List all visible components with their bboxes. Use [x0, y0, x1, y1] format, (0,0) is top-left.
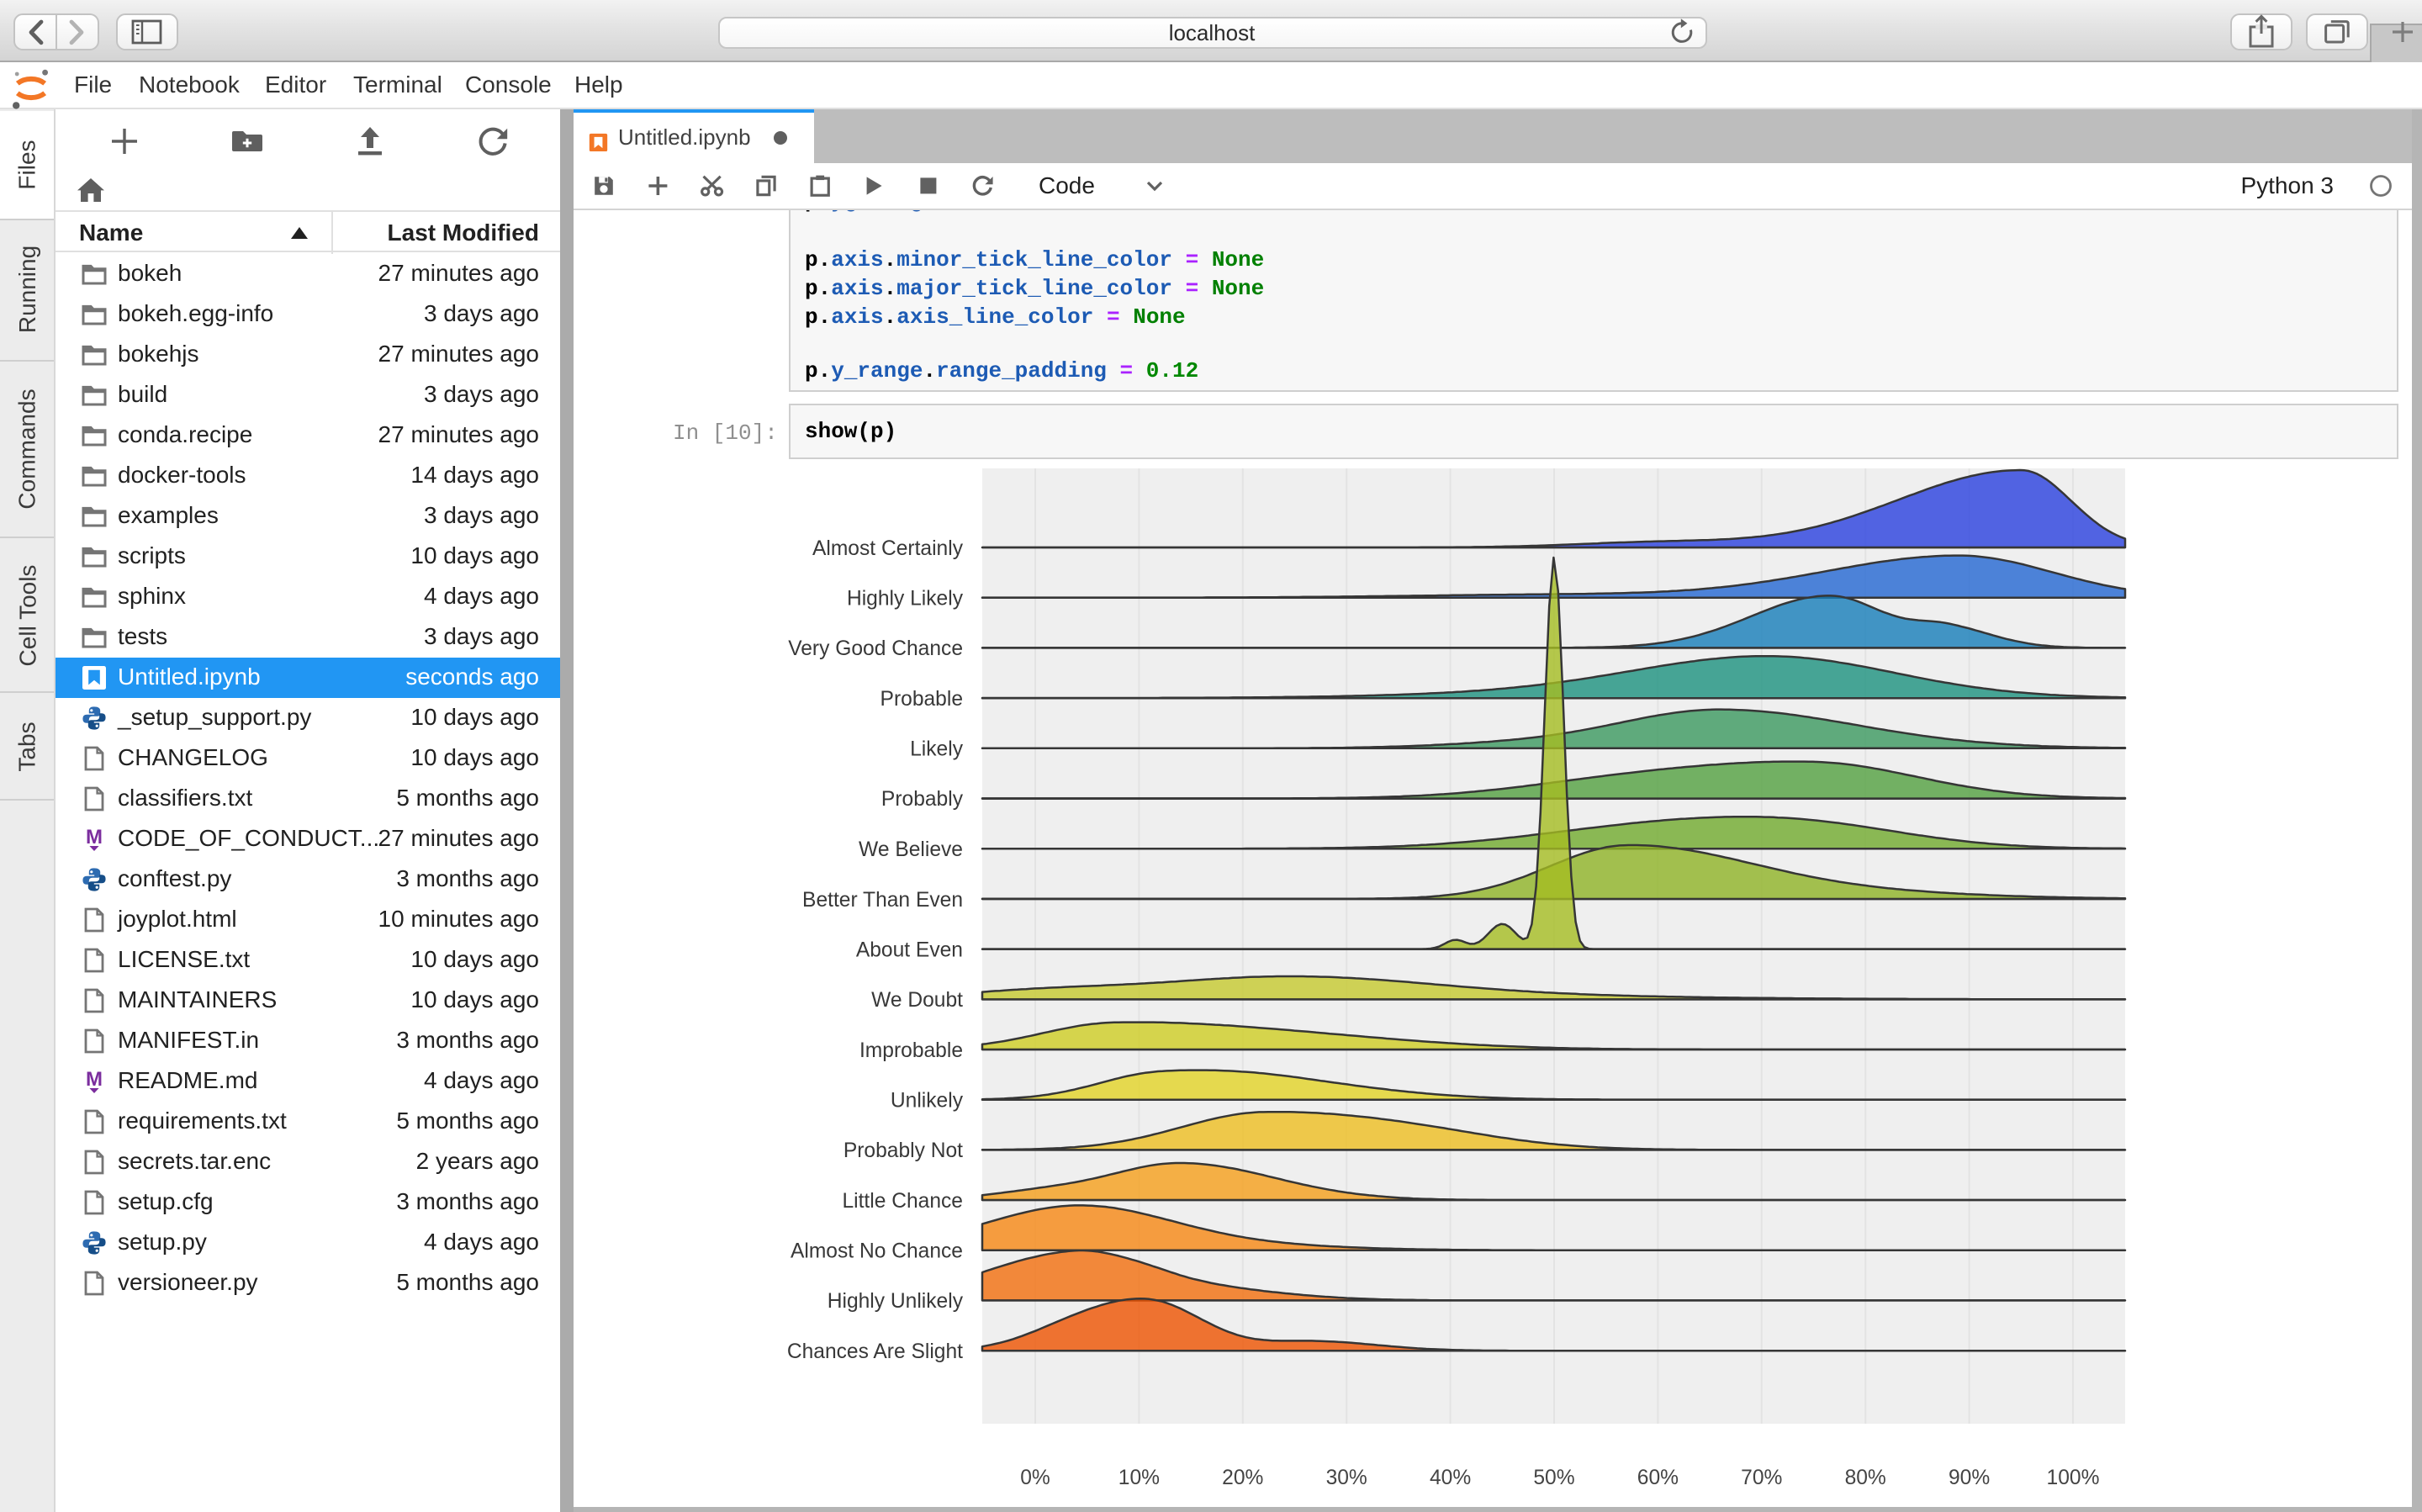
svg-text:About Even: About Even — [855, 938, 962, 961]
svg-text:Improbable: Improbable — [859, 1039, 962, 1062]
svg-text:10%: 10% — [1118, 1467, 1159, 1489]
svg-text:Probable: Probable — [880, 688, 962, 711]
svg-text:Chances Are Slight: Chances Are Slight — [786, 1340, 962, 1363]
svg-text:Better Than Even: Better Than Even — [801, 889, 962, 912]
svg-text:Probably: Probably — [880, 788, 963, 811]
svg-text:Highly Likely: Highly Likely — [846, 588, 963, 611]
svg-text:20%: 20% — [1221, 1467, 1262, 1489]
svg-text:80%: 80% — [1844, 1467, 1885, 1489]
svg-text:30%: 30% — [1325, 1467, 1367, 1489]
svg-text:Almost Certainly: Almost Certainly — [812, 537, 963, 560]
svg-text:Probably Not: Probably Not — [843, 1139, 962, 1162]
svg-text:70%: 70% — [1740, 1467, 1781, 1489]
svg-text:40%: 40% — [1429, 1467, 1470, 1489]
svg-text:Likely: Likely — [909, 738, 963, 761]
svg-text:100%: 100% — [2046, 1467, 2099, 1489]
svg-text:90%: 90% — [1948, 1467, 1989, 1489]
svg-text:Highly Unlikely: Highly Unlikely — [827, 1290, 963, 1313]
svg-text:50%: 50% — [1532, 1467, 1573, 1489]
svg-text:M: M — [86, 1067, 103, 1090]
svg-text:Unlikely: Unlikely — [890, 1089, 963, 1112]
svg-text:We Doubt: We Doubt — [870, 989, 962, 1012]
svg-text:Very Good Chance: Very Good Chance — [787, 637, 962, 660]
svg-text:60%: 60% — [1637, 1467, 1678, 1489]
svg-text:Almost No Chance: Almost No Chance — [790, 1240, 962, 1263]
svg-text:0%: 0% — [1019, 1467, 1050, 1489]
svg-text:We Believe: We Believe — [858, 838, 962, 861]
svg-text:M: M — [86, 825, 103, 848]
svg-text:Little Chance: Little Chance — [841, 1190, 962, 1213]
